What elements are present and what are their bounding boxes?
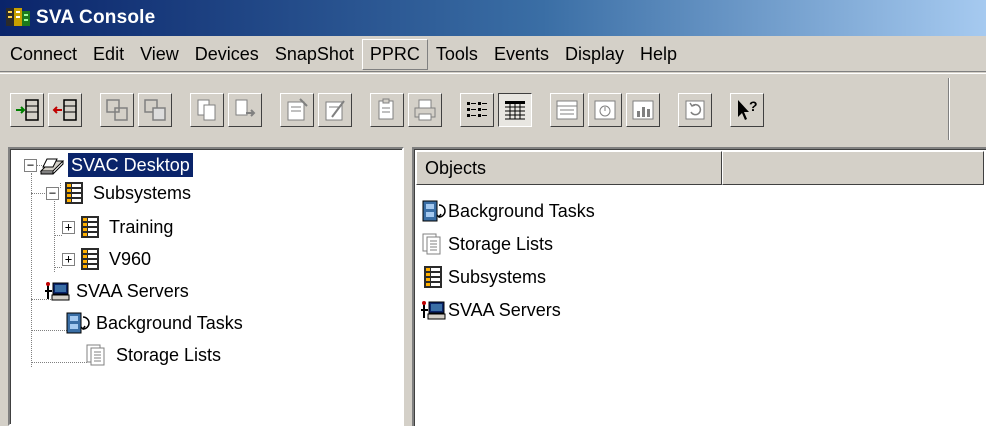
tree-node-v960[interactable]: + V960 (62, 245, 154, 273)
paste-button[interactable] (370, 92, 404, 127)
tree-node-background-tasks[interactable]: Background Tasks (64, 309, 246, 337)
list-item-label: SVAA Servers (448, 299, 561, 320)
properties-button[interactable] (280, 92, 314, 127)
tree-node-storage-lists[interactable]: Storage Lists (84, 341, 224, 369)
storage-lists-icon (422, 233, 441, 255)
subsystem-icon (81, 248, 99, 270)
snapshot-icon (106, 98, 128, 121)
tree-label-storage-lists: Storage Lists (116, 345, 222, 365)
chart-icon (632, 100, 654, 119)
tree-node-svac-desktop[interactable]: − SVAC Desktop (24, 151, 194, 179)
svaa-servers-icon (421, 301, 446, 320)
menu-bar: Connect Edit View Devices SnapShot PPRC … (0, 37, 986, 72)
print-button[interactable] (408, 92, 442, 127)
connect-icon (16, 98, 39, 121)
list-item-label: Subsystems (448, 266, 547, 287)
details-view-icon (505, 100, 525, 119)
background-tasks-icon (66, 312, 90, 334)
tree-node-training[interactable]: + Training (62, 213, 176, 241)
menu-connect[interactable]: Connect (2, 39, 85, 70)
gauge-icon (594, 100, 616, 119)
subsystems-icon (65, 182, 83, 204)
refresh-button[interactable] (678, 92, 712, 127)
context-help-button[interactable]: ? (730, 92, 764, 127)
collapse-toggle[interactable]: − (24, 158, 37, 172)
subsystems-icon (424, 266, 442, 288)
snapshot-copy-button[interactable] (138, 92, 172, 127)
tree-label-subsystems: Subsystems (93, 183, 192, 203)
list-view-icon (467, 101, 487, 117)
menu-help[interactable]: Help (632, 39, 685, 70)
menu-edit[interactable]: Edit (85, 39, 132, 70)
desktop-icon (39, 158, 65, 175)
disconnect-button[interactable] (48, 92, 82, 127)
background-tasks-icon (422, 200, 446, 222)
app-icon (6, 8, 30, 26)
snapshot-copy-icon (144, 98, 166, 121)
tree-pane[interactable]: − SVAC Desktop − Subsystems + Training + (8, 147, 404, 426)
tree-label-training: Training (109, 217, 174, 237)
collapse-toggle[interactable]: − (46, 186, 59, 200)
toolbar: ? (0, 73, 986, 145)
print-icon (414, 99, 436, 120)
menu-events[interactable]: Events (486, 39, 557, 70)
storage-lists-icon (86, 344, 105, 366)
tree-node-svaa-servers[interactable]: SVAA Servers (44, 277, 192, 305)
list-item-background-tasks[interactable]: Background Tasks (420, 196, 595, 226)
list-item-label: Storage Lists (448, 233, 554, 254)
properties-icon (287, 97, 308, 120)
objects-list-pane[interactable]: Objects Background Tasks Storage Lists S… (412, 147, 986, 426)
list-view-button[interactable] (460, 92, 494, 127)
tree-label-svac-desktop: SVAC Desktop (67, 152, 194, 178)
menu-view[interactable]: View (132, 39, 187, 70)
list-item-label: Background Tasks (448, 200, 595, 221)
chart-button[interactable] (626, 92, 660, 127)
snapshot-button[interactable] (100, 92, 134, 127)
panel-icon (556, 100, 578, 119)
list-item-subsystems[interactable]: Subsystems (420, 262, 546, 292)
connect-button[interactable] (10, 92, 44, 127)
details-view-button[interactable] (498, 92, 532, 127)
pane-splitter[interactable] (404, 147, 412, 426)
column-header-objects[interactable]: Objects (416, 151, 722, 185)
copy-icon (197, 99, 216, 120)
disconnect-icon (52, 98, 77, 121)
menu-display[interactable]: Display (557, 39, 632, 70)
move-button[interactable] (228, 92, 262, 127)
edit-properties-button[interactable] (318, 92, 352, 127)
list-item-svaa-servers[interactable]: SVAA Servers (420, 295, 561, 325)
expand-toggle[interactable]: + (62, 220, 75, 234)
tree-label-background-tasks: Background Tasks (96, 313, 243, 333)
menu-tools[interactable]: Tools (428, 39, 486, 70)
tree-label-v960: V960 (109, 249, 152, 269)
gauge-button[interactable] (588, 92, 622, 127)
tree-label-svaa-servers: SVAA Servers (76, 281, 189, 301)
window-title: SVA Console (36, 7, 156, 28)
menu-devices[interactable]: Devices (187, 39, 267, 70)
tree-node-subsystems[interactable]: − Subsystems (46, 179, 194, 207)
refresh-icon (685, 100, 705, 119)
menu-snapshot[interactable]: SnapShot (267, 39, 362, 70)
edit-properties-icon (325, 99, 345, 120)
paste-icon (378, 98, 394, 119)
copy-button[interactable] (190, 92, 224, 127)
svg-text:?: ? (749, 98, 758, 114)
expand-toggle[interactable]: + (62, 252, 75, 266)
panel-button[interactable] (550, 92, 584, 127)
move-icon (235, 99, 256, 117)
list-header: Objects (416, 151, 984, 185)
list-item-storage-lists[interactable]: Storage Lists (420, 229, 553, 259)
column-header-blank[interactable] (722, 151, 984, 185)
menu-pprc[interactable]: PPRC (361, 38, 428, 70)
svaa-servers-icon (45, 282, 70, 301)
title-bar[interactable]: SVA Console (0, 0, 986, 36)
subsystem-icon (81, 216, 99, 238)
help-pointer-icon: ? (738, 98, 758, 120)
toolbar-separator (948, 78, 950, 140)
